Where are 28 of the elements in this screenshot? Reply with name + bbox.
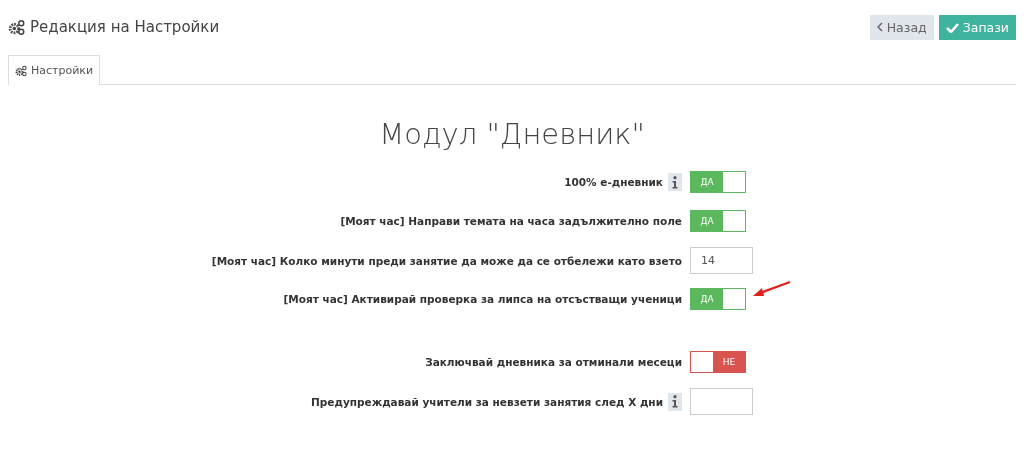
setting-label: Заключвай дневника за отминали месеци xyxy=(425,356,682,368)
gears-icon xyxy=(8,18,25,36)
info-icon[interactable] xyxy=(668,173,682,191)
toggle-state-text: НЕ xyxy=(713,352,745,372)
back-button[interactable]: Назад xyxy=(869,14,934,40)
toggle-switch[interactable]: ДА xyxy=(690,288,746,310)
save-button[interactable]: Запази xyxy=(938,14,1016,40)
toggle-switch[interactable]: ДА xyxy=(690,171,746,193)
setting-label: [Моят час] Колко минути преди занятие да може да се отбележи като взето xyxy=(211,254,682,267)
number-field[interactable]: 14 xyxy=(690,247,753,274)
toggle-state-text: ДА xyxy=(691,289,723,309)
number-field[interactable] xyxy=(690,388,753,415)
setting-label: 100% е-дневник xyxy=(564,176,663,188)
module-heading: Модул "Дневник" xyxy=(378,117,646,151)
toggle-switch[interactable]: ДА xyxy=(690,210,746,232)
page-title: Редакция на Настройки xyxy=(30,18,220,36)
check-icon xyxy=(945,21,959,33)
tab[interactable]: Настройки xyxy=(8,55,101,85)
gears-icon xyxy=(15,64,27,77)
setting-label: [Моят час] Направи темата на часа задължително поле xyxy=(340,215,682,227)
setting-label: [Моят час] Активирай проверка за липса на отсъстващи ученици xyxy=(283,293,682,305)
info-icon[interactable] xyxy=(668,392,682,411)
toggle-switch[interactable]: НЕ xyxy=(690,351,746,373)
chevron-left-icon xyxy=(876,22,883,32)
arrow-annotation xyxy=(752,280,792,298)
setting-label: Предупреждавай учители за невзети занятия след X дни xyxy=(311,395,663,408)
toggle-state-text: ДА xyxy=(691,211,723,231)
toggle-state-text: ДА xyxy=(691,172,723,192)
